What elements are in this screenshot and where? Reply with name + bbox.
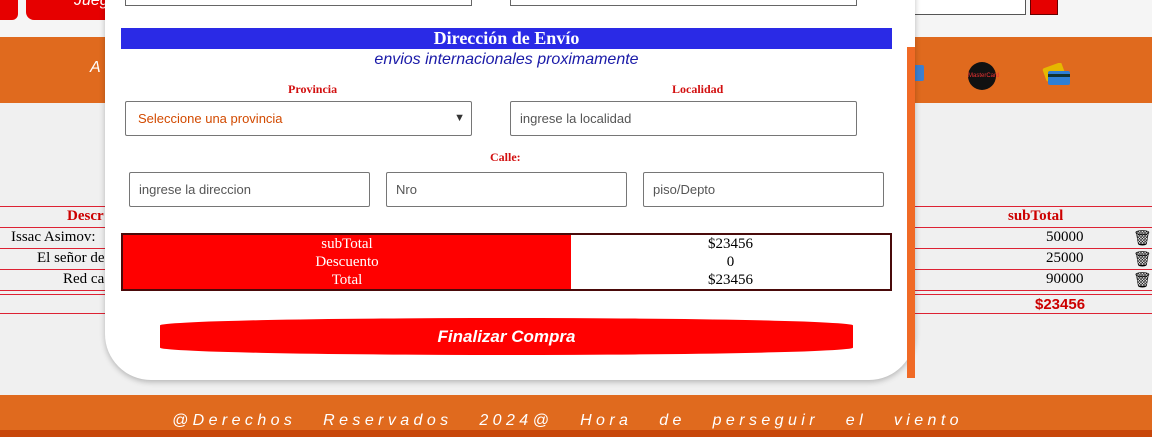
subtotal-label: subTotal xyxy=(321,236,373,252)
background-table-total: $23456 xyxy=(1035,296,1086,313)
totals-labels: subTotal Descuento Total xyxy=(123,235,571,289)
background-row-name: El señor de xyxy=(37,250,105,266)
previous-field-bottom[interactable] xyxy=(125,0,472,6)
background-row-subtotal: 50000 xyxy=(1046,229,1084,245)
province-select[interactable]: Seleccione una provincia ▼ xyxy=(125,101,472,136)
background-nav-text: A xyxy=(90,59,103,76)
credit-card-icon xyxy=(1042,63,1070,85)
discount-label: Descuento xyxy=(315,254,379,270)
shipping-section-subtitle: envios internacionales proximamente xyxy=(374,51,639,68)
background-header-subtotal: subTotal xyxy=(1008,208,1064,224)
previous-field-bottom[interactable] xyxy=(510,0,857,6)
chevron-down-icon: ▼ xyxy=(454,112,465,124)
background-row-subtotal: 90000 xyxy=(1046,271,1084,287)
background-search-input xyxy=(912,0,1026,15)
total-value: $23456 xyxy=(708,272,753,288)
modal-scrollbar[interactable] xyxy=(907,47,915,378)
background-row-subtotal: 25000 xyxy=(1046,250,1084,266)
total-label: Total xyxy=(331,272,363,288)
mastercard-icon: MasterCard xyxy=(968,62,999,90)
locality-label: Localidad xyxy=(672,82,724,96)
subtotal-value: $23456 xyxy=(708,236,753,252)
finish-purchase-button[interactable]: Finalizar Compra xyxy=(160,318,853,355)
totals-values: $23456 0 $23456 xyxy=(571,235,890,289)
background-header-description: Descr xyxy=(67,208,104,224)
discount-value: 0 xyxy=(726,254,735,270)
trash-icon: 🗑 xyxy=(1133,273,1152,289)
totals-table: subTotal Descuento Total $23456 0 $23456 xyxy=(121,233,892,291)
street-label: Calle: xyxy=(490,150,521,164)
locality-input[interactable]: ingrese la localidad xyxy=(510,101,857,136)
trash-icon: 🗑 xyxy=(1133,231,1152,247)
background-row-name: Issac Asimov: xyxy=(11,229,96,245)
floor-input[interactable]: piso/Depto xyxy=(643,172,884,207)
background-footer: @Derechos Reservados 2024@ Hora de perse… xyxy=(0,395,1152,437)
background-search-button xyxy=(1030,0,1058,15)
province-select-value: Seleccione una provincia xyxy=(138,111,283,126)
shipping-section-title: Dirección de Envío xyxy=(121,28,892,49)
number-input[interactable]: Nro xyxy=(386,172,627,207)
background-row-name: Red ca xyxy=(63,271,105,287)
background-menu-button xyxy=(0,0,18,20)
trash-icon: 🗑 xyxy=(1133,252,1152,268)
footer-text: @Derechos Reservados 2024@ Hora de perse… xyxy=(172,412,963,429)
footer-bar xyxy=(0,430,1152,437)
address-input[interactable]: ingrese la direccion xyxy=(129,172,370,207)
province-label: Provincia xyxy=(288,82,338,96)
